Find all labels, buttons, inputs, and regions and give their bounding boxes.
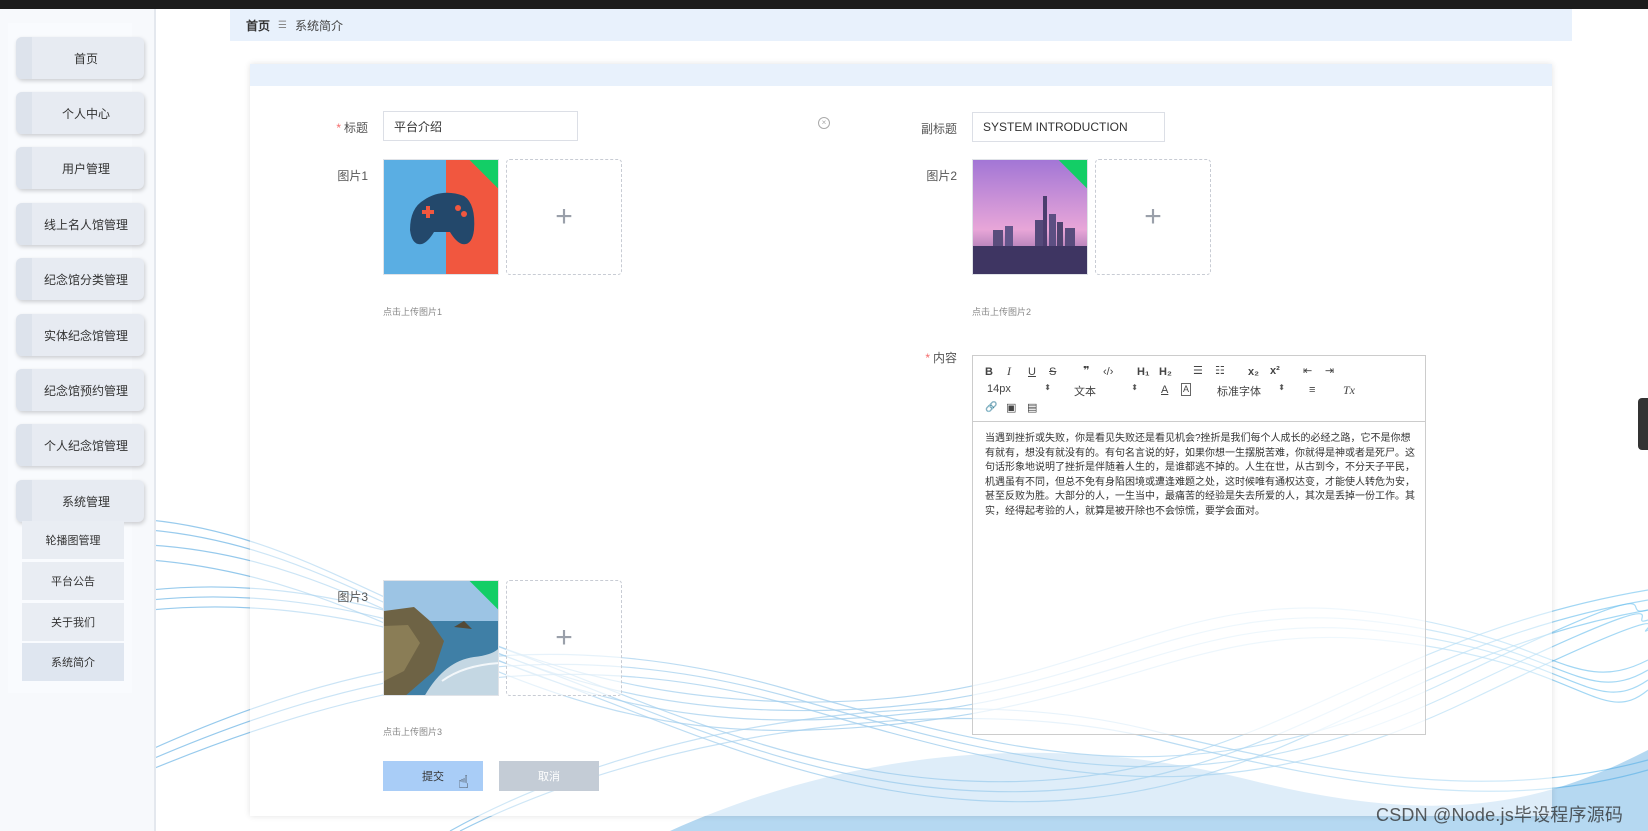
gamepad-image-icon (384, 160, 498, 274)
picture2-thumbnail[interactable] (972, 159, 1088, 275)
outdent-icon[interactable]: ⇤ (1303, 364, 1312, 378)
sidebar-subitem-label: 系统简介 (51, 657, 95, 669)
align-icon[interactable]: ≡ (1309, 383, 1315, 397)
sidebar-subitem-label: 平台公告 (51, 576, 95, 588)
picture1-label: 图片1 (337, 169, 368, 183)
link-icon[interactable]: 🔗 (985, 401, 997, 415)
paragraph-select[interactable]: 文本 ⬍ (1074, 383, 1138, 399)
side-tab[interactable] (1638, 398, 1648, 450)
font-family-select[interactable]: 标准字体 ⬍ (1217, 383, 1285, 399)
plus-icon: + (1144, 200, 1162, 233)
watermark: CSDN @Node.js毕设程序源码 (1376, 805, 1624, 825)
subscript-icon[interactable]: x₂ (1248, 365, 1259, 379)
font-color-icon[interactable]: A (1161, 383, 1168, 397)
quote-icon[interactable]: ❞ (1083, 364, 1089, 378)
heading1-icon[interactable]: H₁ (1137, 365, 1150, 379)
italic-icon[interactable]: I (1007, 364, 1011, 378)
rich-text-editor[interactable]: B I U S ❞ ‹/› H₁ H₂ ☰ ☷ x₂ x² ⇤ ⇥ 14px ⬍ … (972, 355, 1426, 735)
code-icon[interactable]: ‹/› (1103, 365, 1113, 379)
picture1-hint: 点击上传图片1 (383, 307, 443, 317)
chevron-updown-icon: ⬍ (1044, 383, 1051, 392)
picture1-upload-button[interactable]: + (506, 159, 622, 275)
clear-icon[interactable]: × (818, 117, 830, 129)
plus-icon: + (555, 200, 573, 233)
sidebar-item-home[interactable]: 首页 (16, 37, 144, 79)
video-icon[interactable]: ▤ (1027, 401, 1037, 415)
image-icon[interactable]: ▣ (1006, 401, 1016, 415)
sidebar-item-label: 纪念馆预约管理 (43, 383, 128, 398)
title-input[interactable] (383, 111, 578, 141)
sidebar-item-online-hall[interactable]: 线上名人馆管理 (16, 203, 144, 245)
city-skyline-image-icon (973, 160, 1087, 274)
coast-image-icon (384, 581, 498, 695)
bullet-list-icon[interactable]: ☷ (1215, 364, 1225, 378)
sidebar-item-label: 个人纪念馆管理 (43, 438, 128, 453)
picture3-hint: 点击上传图片3 (383, 727, 443, 737)
breadcrumb-current: 系统简介 (294, 18, 343, 33)
sidebar-item-personal-memorial[interactable]: 个人纪念馆管理 (16, 424, 144, 466)
hand-cursor-icon: ☝ (458, 772, 469, 792)
sidebar-item-personal-center[interactable]: 个人中心 (16, 92, 144, 134)
picture2-hint: 点击上传图片2 (972, 307, 1032, 317)
title-label: * 标题 (336, 121, 368, 135)
sidebar-item-label: 系统管理 (61, 494, 110, 509)
picture3-label: 图片3 (337, 590, 368, 604)
sidebar-item-label: 纪念馆分类管理 (43, 272, 128, 287)
sidebar-subitem-label: 关于我们 (51, 617, 95, 629)
font-size-select[interactable]: 14px ⬍ (987, 383, 1051, 395)
required-mark: * (336, 121, 341, 135)
picture3-thumbnail[interactable] (383, 580, 499, 696)
sidebar-item-label: 用户管理 (61, 161, 110, 176)
bold-icon[interactable]: B (985, 365, 993, 379)
sidebar-item-user-management[interactable]: 用户管理 (16, 147, 144, 189)
sidebar-item-label: 个人中心 (61, 106, 110, 121)
plus-icon: + (555, 621, 573, 654)
sidebar-subitem-carousel[interactable]: 轮播图管理 (22, 521, 124, 559)
background-color-icon[interactable]: A (1181, 383, 1192, 396)
sidebar-subitem-label: 轮播图管理 (45, 535, 101, 547)
sidebar-item-label: 实体纪念馆管理 (43, 328, 128, 343)
heading2-icon[interactable]: H₂ (1159, 365, 1172, 379)
cancel-button[interactable]: 取消 (499, 761, 599, 791)
subtitle-label: 副标题 (920, 122, 957, 136)
sidebar-item-category[interactable]: 纪念馆分类管理 (16, 258, 144, 300)
sidebar-subitem-intro[interactable]: 系统简介 (22, 643, 124, 681)
sidebar-item-physical-memorial[interactable]: 实体纪念馆管理 (16, 314, 144, 356)
chevron-updown-icon: ⬍ (1278, 383, 1285, 392)
picture1-thumbnail[interactable] (383, 159, 499, 275)
sidebar-item-label: 线上名人馆管理 (43, 217, 128, 232)
sidebar-item-system[interactable]: 系统管理 (16, 480, 144, 522)
picture2-upload-button[interactable]: + (1095, 159, 1211, 275)
editor-toolbar: B I U S ❞ ‹/› H₁ H₂ ☰ ☷ x₂ x² ⇤ ⇥ 14px ⬍ … (973, 356, 1425, 422)
subtitle-input[interactable] (972, 112, 1165, 142)
strikethrough-icon[interactable]: S (1049, 365, 1056, 379)
indent-icon[interactable]: ⇥ (1325, 364, 1334, 378)
editor-content[interactable]: 当遇到挫折或失败，你是看见失败还是看见机会?挫折是我们每个人成长的必经之路，它不… (985, 432, 1415, 519)
sidebar-subitem-about[interactable]: 关于我们 (22, 603, 124, 641)
clear-format-icon[interactable]: Tx (1343, 383, 1355, 397)
chevron-updown-icon: ⬍ (1131, 383, 1138, 392)
top-bar (0, 0, 1648, 9)
underline-icon[interactable]: U (1028, 365, 1036, 379)
content-label: * 内容 (925, 351, 957, 365)
breadcrumb-separator-icon: ☰ (278, 19, 287, 31)
required-mark: * (925, 351, 930, 365)
ordered-list-icon[interactable]: ☰ (1193, 364, 1203, 378)
superscript-icon[interactable]: x² (1270, 364, 1280, 378)
picture2-label: 图片2 (926, 169, 957, 183)
picture3-upload-button[interactable]: + (506, 580, 622, 696)
breadcrumb: 首页 ☰ 系统简介 (230, 9, 1572, 41)
sidebar-item-label: 首页 (73, 51, 98, 66)
sidebar-item-reservation[interactable]: 纪念馆预约管理 (16, 369, 144, 411)
form-card-header (250, 64, 1552, 86)
breadcrumb-home[interactable]: 首页 (246, 17, 270, 34)
sidebar-subitem-notice[interactable]: 平台公告 (22, 562, 124, 600)
